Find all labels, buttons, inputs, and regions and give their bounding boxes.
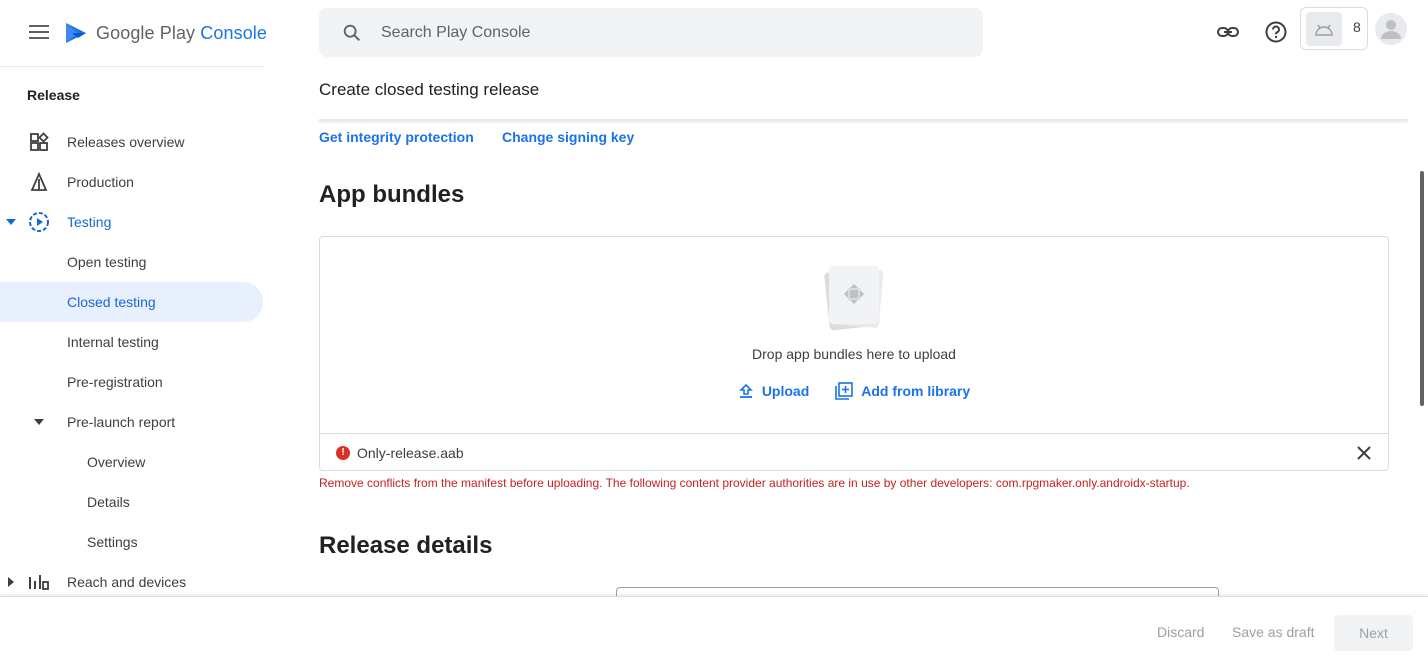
sidebar-item-open-testing[interactable]: Open testing bbox=[0, 242, 263, 282]
page-title: Create closed testing release bbox=[319, 80, 540, 99]
app-bundles-heading: App bundles bbox=[319, 181, 465, 208]
library-add-icon bbox=[835, 382, 854, 400]
app-count: 8 bbox=[1353, 18, 1361, 35]
main-content: Create closed testing release Get integr… bbox=[264, 66, 1416, 607]
sidebar-item-overview[interactable]: Overview bbox=[0, 442, 263, 482]
upload-error-message: Remove conflicts from the manifest befor… bbox=[319, 476, 1190, 490]
sidebar-item-closed-testing[interactable]: Closed testing bbox=[0, 282, 263, 322]
production-icon bbox=[28, 171, 50, 193]
sidebar-item-label: Settings bbox=[87, 534, 138, 550]
scrollbar-thumb[interactable] bbox=[1420, 171, 1424, 406]
sidebar-item-label: Reach and devices bbox=[67, 574, 187, 590]
sidebar-item-label: Production bbox=[67, 174, 134, 190]
title-divider bbox=[319, 119, 1408, 121]
change-signing-key-link[interactable]: Change signing key bbox=[502, 129, 634, 145]
play-console-logo[interactable]: Google Play Console bbox=[64, 18, 267, 48]
uploaded-file-row: ! Only-release.aab bbox=[320, 433, 1388, 471]
top-bar: Google Play Console 8 bbox=[0, 0, 1428, 66]
caret-down-icon bbox=[34, 417, 44, 427]
app-bundle-icon bbox=[824, 266, 884, 331]
account-avatar-icon[interactable] bbox=[1375, 13, 1407, 45]
app-selector[interactable]: 8 bbox=[1300, 7, 1368, 50]
next-button[interactable]: Next bbox=[1334, 615, 1413, 651]
hamburger-menu-icon[interactable] bbox=[26, 20, 52, 44]
sidebar-item-label: Pre-launch report bbox=[67, 414, 176, 430]
caret-down-icon bbox=[6, 217, 16, 227]
link-icon[interactable] bbox=[1214, 18, 1242, 46]
search-icon bbox=[343, 24, 361, 41]
sidebar-item-label: Testing bbox=[67, 214, 112, 230]
dashboard-icon bbox=[28, 131, 50, 153]
get-integrity-protection-link[interactable]: Get integrity protection bbox=[319, 129, 474, 145]
sidebar-item-label: Internal testing bbox=[67, 334, 159, 350]
sidebar-item-label: Open testing bbox=[67, 254, 147, 270]
sidebar-item-internal-testing[interactable]: Internal testing bbox=[0, 322, 263, 362]
sidebar-item-label: Releases overview bbox=[67, 134, 185, 150]
sidebar: Release Releases overview Production Tes… bbox=[0, 66, 264, 596]
caret-right-icon bbox=[6, 577, 16, 587]
sidebar-item-label: Details bbox=[87, 494, 130, 510]
search-bar[interactable] bbox=[319, 8, 983, 57]
help-icon[interactable] bbox=[1262, 18, 1290, 46]
sidebar-item-details[interactable]: Details bbox=[0, 482, 263, 522]
upload-actions: Upload Add from library bbox=[320, 382, 1388, 400]
app-bundle-drop-zone[interactable]: Drop app bundles here to upload Upload A… bbox=[319, 236, 1389, 471]
testing-icon bbox=[28, 211, 50, 233]
sidebar-item-production[interactable]: Production bbox=[0, 162, 263, 202]
sidebar-item-pre-launch-report[interactable]: Pre-launch report bbox=[0, 402, 263, 442]
file-name: Only-release.aab bbox=[357, 444, 464, 461]
sidebar-item-label: Pre-registration bbox=[67, 374, 163, 390]
upload-label: Upload bbox=[761, 383, 810, 399]
sidebar-item-label: Closed testing bbox=[67, 294, 156, 310]
sidebar-item-settings[interactable]: Settings bbox=[0, 522, 263, 562]
library-label: Add from library bbox=[861, 383, 971, 399]
upload-button[interactable]: Upload bbox=[738, 382, 809, 400]
sidebar-item-testing[interactable]: Testing bbox=[0, 202, 263, 242]
search-input[interactable] bbox=[381, 23, 941, 42]
release-details-heading: Release details bbox=[319, 532, 493, 559]
add-from-library-button[interactable]: Add from library bbox=[835, 382, 970, 400]
android-icon bbox=[1306, 11, 1342, 46]
bottom-action-bar: Discard Save as draft Next bbox=[0, 596, 1428, 667]
logo-text: Google Play Console bbox=[96, 22, 268, 43]
upload-icon bbox=[738, 383, 753, 398]
scrollbar[interactable] bbox=[1418, 66, 1428, 596]
play-logo-icon bbox=[66, 23, 86, 43]
drop-instructions: Drop app bundles here to upload bbox=[752, 346, 956, 362]
sidebar-item-pre-registration[interactable]: Pre-registration bbox=[0, 362, 263, 402]
error-icon: ! bbox=[336, 445, 350, 460]
sidebar-item-label: Overview bbox=[87, 454, 146, 470]
sidebar-item-releases-overview[interactable]: Releases overview bbox=[0, 122, 263, 162]
bar-chart-icon bbox=[28, 571, 50, 593]
sidebar-section-title: Release bbox=[27, 87, 80, 103]
discard-button[interactable]: Discard bbox=[1157, 624, 1204, 640]
save-as-draft-button[interactable]: Save as draft bbox=[1232, 624, 1315, 640]
remove-file-close-icon[interactable] bbox=[1354, 443, 1374, 463]
